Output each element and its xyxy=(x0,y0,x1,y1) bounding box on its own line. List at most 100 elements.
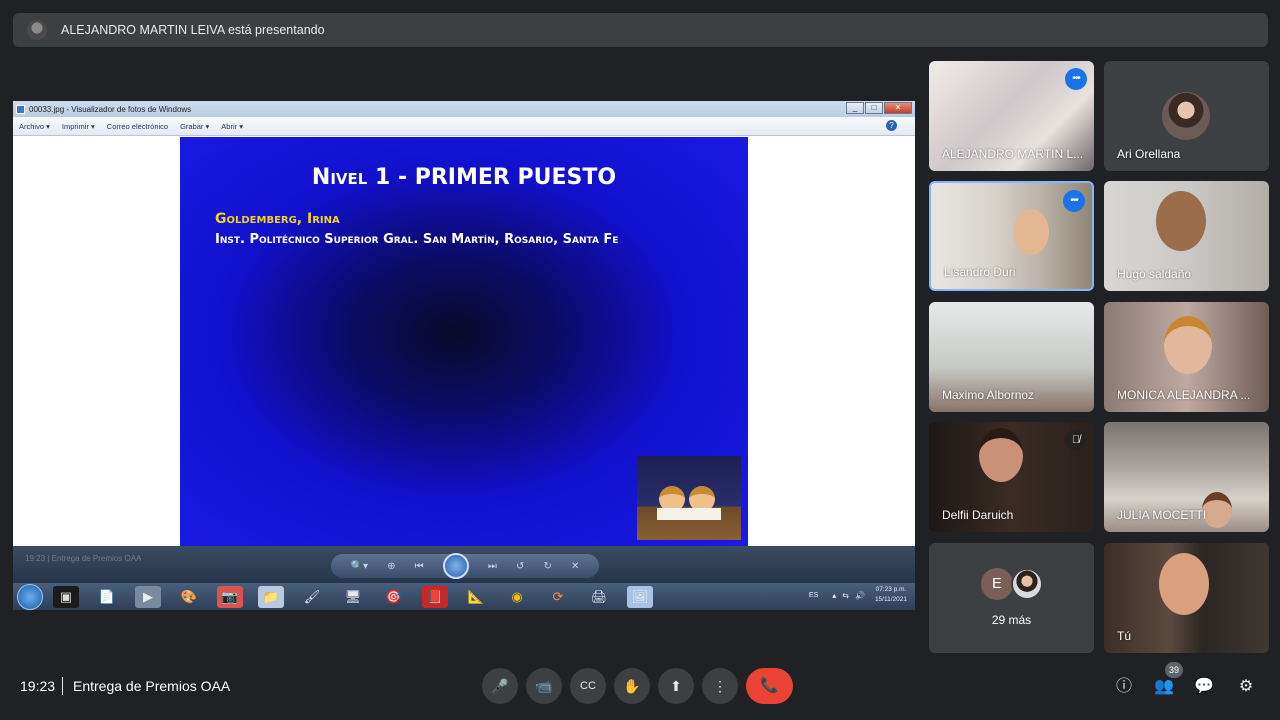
maximize-button[interactable]: □ xyxy=(865,102,883,114)
zoom-icon[interactable]: 🔍▾ xyxy=(351,561,368,572)
help-icon[interactable]: ? xyxy=(886,120,897,131)
captions-button[interactable]: CC xyxy=(570,668,606,704)
taskbar-app-icon[interactable]: 📕 xyxy=(422,585,448,608)
taskbar-app-icon[interactable]: 🎯 xyxy=(381,586,407,608)
camera-button[interactable]: 📹 xyxy=(526,668,562,704)
taskbar-clock[interactable]: 07:23 p.m. 15/11/2021 xyxy=(875,585,907,605)
end-call-button[interactable]: 📞 xyxy=(746,668,793,704)
taskbar-app-icon[interactable]: 📐 xyxy=(463,586,489,608)
window-controls: _ □ ✕ xyxy=(845,102,912,114)
photo-viewer-icon xyxy=(16,104,25,114)
viewer-playback-controls: 🔍▾ ⊕ ⏮ ⏭ ↺ ↻ ✕ xyxy=(331,553,599,579)
participant-tile[interactable]: Hugo saldaño xyxy=(1104,181,1269,291)
more-options-button[interactable]: ⋮ xyxy=(702,668,738,704)
clock-time: 07:23 p.m. xyxy=(875,586,907,593)
taskbar-app-icon[interactable]: 🖥 xyxy=(340,586,366,608)
menu-abrir[interactable]: Abrir ▾ xyxy=(221,122,243,131)
fit-icon[interactable]: ⊕ xyxy=(387,561,395,572)
delete-icon[interactable]: ✕ xyxy=(571,561,579,572)
taskbar-app-icon[interactable]: 🖨 xyxy=(586,586,612,608)
tray-expand-icon[interactable]: ▴ xyxy=(832,591,836,600)
minimize-button[interactable]: _ xyxy=(846,102,864,114)
participant-face xyxy=(1202,492,1232,528)
meeting-name: Entrega de Premios OAA xyxy=(73,678,231,694)
participant-tile[interactable]: MONICA ALEJANDRA ... xyxy=(1104,302,1269,412)
photo-viewer-titlebar: 00033.jpg - Visualizador de fotos de Win… xyxy=(13,101,915,117)
participant-tile[interactable]: Maximo Albornoz xyxy=(929,302,1094,412)
taskbar-app-icon[interactable]: ⟳ xyxy=(545,586,571,608)
initial-avatar: E xyxy=(981,568,1013,600)
reflected-text: 19:23 | Entrega de Premios OAA xyxy=(25,554,142,563)
winner-name: Goldemberg, Irina xyxy=(215,211,340,227)
activities-icon[interactable]: ⚙ xyxy=(1234,675,1258,699)
slideshow-button[interactable] xyxy=(442,553,469,579)
viewer-menubar: Archivo ▾ Imprimir ▾ Correo electrónico … xyxy=(13,117,915,136)
raise-hand-button[interactable]: ✋ xyxy=(614,668,650,704)
participant-face xyxy=(1159,553,1209,615)
participant-tile[interactable]: 🎙̸ Delfii Daruich xyxy=(929,422,1094,532)
menu-imprimir[interactable]: Imprimir ▾ xyxy=(62,122,95,131)
window-title: 00033.jpg - Visualizador de fotos de Win… xyxy=(29,104,192,114)
mic-muted-icon: 🎙̸ xyxy=(1065,429,1087,451)
participant-name: Maximo Albornoz xyxy=(942,388,1035,402)
start-button[interactable] xyxy=(17,583,43,610)
people-icon[interactable]: 👥 xyxy=(1152,675,1176,699)
participant-avatar xyxy=(1162,92,1210,140)
participant-tile[interactable]: ••• ALEJANDRO MARTIN L... xyxy=(929,61,1094,171)
participant-count-badge: 39 xyxy=(1165,662,1183,678)
award-slide: Nivel 1 - PRIMER PUESTO Goldemberg, Irin… xyxy=(180,137,790,546)
shared-screen: 00033.jpg - Visualizador de fotos de Win… xyxy=(13,101,915,610)
volume-icon[interactable]: 🔊 xyxy=(855,591,865,600)
participant-avatar xyxy=(1011,568,1043,600)
system-tray: ES ▴ ⇆ 🔊 07:23 p.m. 15/11/2021 xyxy=(809,585,907,605)
menu-correo[interactable]: Correo electrónico xyxy=(107,122,168,131)
previous-icon[interactable]: ⏮ xyxy=(415,561,424,572)
presenter-avatar xyxy=(27,20,47,40)
meeting-info-icon[interactable]: ⓘ xyxy=(1112,675,1136,699)
winner-institution: Inst. Politécnico Superior Gral. San Mar… xyxy=(215,232,619,247)
presenting-text: ALEJANDRO MARTIN LEIVA está presentando xyxy=(61,23,325,37)
taskbar-app-icon[interactable]: 🖼 xyxy=(627,585,653,608)
rotate-left-icon[interactable]: ↺ xyxy=(516,561,524,572)
taskbar-app-icon[interactable]: 🎨 xyxy=(176,586,202,608)
clock-date: 15/11/2021 xyxy=(874,596,907,603)
chrome-icon[interactable]: ◉ xyxy=(504,586,530,608)
next-icon[interactable]: ⏭ xyxy=(488,561,497,572)
mouse-cursor-icon xyxy=(776,329,790,342)
presenting-banner: ALEJANDRO MARTIN LEIVA está presentando xyxy=(13,13,1268,47)
book-shape xyxy=(657,508,721,520)
participant-tile[interactable]: ••• Lisandro Duri xyxy=(929,181,1094,291)
chat-icon[interactable]: 💬 xyxy=(1192,675,1216,699)
taskbar-app-icon[interactable]: 📷 xyxy=(217,585,243,608)
microphone-button[interactable]: 🎤 xyxy=(482,668,518,704)
taskbar-app-icon[interactable]: 🖌 xyxy=(299,586,325,608)
meet-window: ALEJANDRO MARTIN LEIVA está presentando … xyxy=(0,0,1280,720)
participant-name: Tú xyxy=(1117,629,1132,643)
participant-tile[interactable]: Ari Orellana xyxy=(1104,61,1269,171)
menu-archivo[interactable]: Archivo ▾ xyxy=(19,122,50,131)
speaking-indicator-icon: ••• xyxy=(1065,68,1087,90)
participant-name: Delfii Daruich xyxy=(942,508,1014,522)
rotate-right-icon[interactable]: ↻ xyxy=(543,561,551,572)
speaking-indicator-icon: ••• xyxy=(1063,190,1085,212)
participant-face xyxy=(1164,316,1212,374)
self-view-tile[interactable]: Tú xyxy=(1104,543,1269,653)
language-indicator[interactable]: ES xyxy=(809,592,818,599)
taskbar-app-icon[interactable]: ▶ xyxy=(135,585,161,608)
more-participants-count: 29 más xyxy=(991,613,1032,627)
photo-area: Nivel 1 - PRIMER PUESTO Goldemberg, Irin… xyxy=(13,136,915,546)
close-window-button[interactable]: ✕ xyxy=(884,102,912,114)
participant-face xyxy=(1156,191,1206,251)
more-participants-tile[interactable]: E 29 más xyxy=(929,543,1094,653)
network-icon[interactable]: ⇆ xyxy=(842,591,849,600)
present-button[interactable]: ⬆ xyxy=(658,668,694,704)
taskbar-app-icon[interactable]: ▣ xyxy=(53,585,79,608)
taskbar-app-icon[interactable]: 📄 xyxy=(94,586,120,608)
taskbar-app-icon[interactable]: 📁 xyxy=(258,585,284,608)
meeting-time: 19:23 xyxy=(20,678,56,694)
slide-title: Nivel 1 - PRIMER PUESTO xyxy=(311,165,617,190)
participant-face xyxy=(1013,209,1049,255)
participant-name: ALEJANDRO MARTIN L... xyxy=(942,147,1084,161)
participant-tile[interactable]: JULIA MOCETTI xyxy=(1104,422,1269,532)
menu-grabar[interactable]: Grabar ▾ xyxy=(180,122,209,131)
